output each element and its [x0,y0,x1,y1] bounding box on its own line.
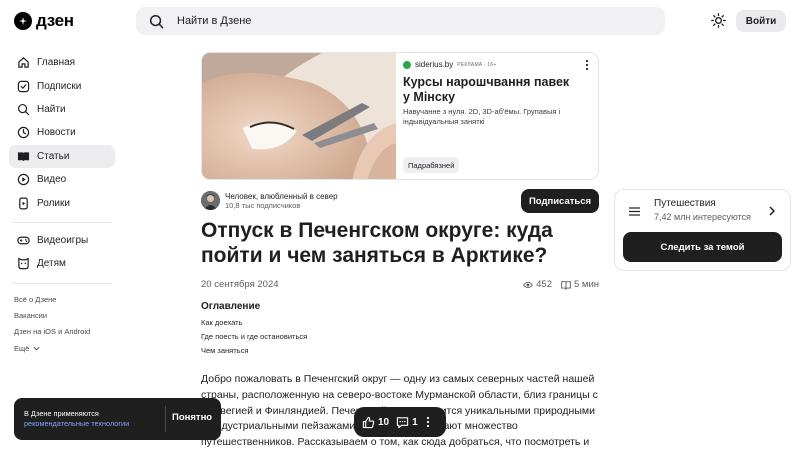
footer-link-more[interactable]: Ещё [14,340,90,356]
sidebar-item-shorts[interactable]: Ролики [9,191,115,214]
sidebar-item-subscriptions[interactable]: Подписки [9,74,115,97]
sidebar-divider [12,221,112,223]
toc-item[interactable]: Чем заняться [201,346,248,355]
articles-icon [17,152,30,161]
sidebar-item-videogames[interactable]: Видеоигры [9,229,115,252]
article-meta: 452 5 мин [523,279,599,290]
sidebar-item-search[interactable]: Найти [9,98,115,121]
sidebar-nav: Главная Подписки Найти Новости Статьи Ви… [9,51,115,290]
dzen-logo[interactable]: дзен [14,10,74,32]
reactions-bar: 10 1 [354,407,446,437]
author-subscribers: 10,8 тыс подписчиков [225,201,301,210]
comment-icon [396,416,409,428]
sidebar-item-label: Видеоигры [37,234,89,246]
ad-body: siderius.by РЕКЛАМА · 16+ Курсы нарошчва… [403,53,598,179]
author-avatar[interactable] [201,191,220,210]
toc-title: Оглавление [201,301,261,312]
kids-icon [18,258,29,270]
chevron-right-icon[interactable] [768,206,776,216]
search-input[interactable]: Найти в Дзене [136,7,665,35]
topic-followers: 7,42 млн интересуются [654,212,751,222]
more-vertical-icon[interactable] [584,59,590,71]
sidebar-item-label: Главная [37,57,76,69]
eye-icon [523,281,534,288]
home-icon [18,57,29,68]
ad-source: siderius.by РЕКЛАМА · 16+ [403,60,496,69]
footer-link-more-label: Ещё [14,343,30,353]
comments-count: 1 [412,416,418,428]
cookie-notice-text: В Дзене применяются рекомендательные тех… [24,409,129,429]
ad-description: Навучанне з нуля. 2D, 3D-аб'ёмы. Групавы… [403,107,561,126]
sidebar-item-home[interactable]: Главная [9,51,115,74]
ad-photo-illustration [202,53,396,179]
logo-text: дзен [36,11,74,30]
comments-button[interactable]: 1 [396,407,418,437]
sidebar-item-label: Ролики [37,197,70,209]
ad-title[interactable]: Курсы нарошчвання павек у Мінску [403,75,573,104]
follow-topic-button[interactable]: Следить за темой [623,232,782,262]
sun-icon [711,13,726,28]
footer-link-vacancies[interactable]: Вакансии [14,307,90,323]
sidebar-item-label: Статьи [37,150,70,162]
article-date: 20 сентября 2024 [201,279,279,290]
login-button[interactable]: Войти [736,10,786,32]
read-time: 5 мин [573,279,599,290]
sidebar-item-label: Подписки [37,80,82,92]
cookie-notice-link[interactable]: рекомендательные технологии [24,419,129,428]
search-icon [149,14,164,28]
like-button[interactable]: 10 [362,407,389,437]
cookie-notice-message: В Дзене применяются [24,409,99,418]
ad-source-name: siderius.by [415,60,454,69]
gamepad-icon [17,236,30,245]
article-title: Отпуск в Печенгском округе: куда пойти и… [201,219,553,267]
ad-cta-button[interactable]: Падрабязней [403,157,460,173]
footer-link-apps[interactable]: Дзен на iOS и Android [14,324,90,340]
likes-count: 10 [378,416,390,428]
book-icon [561,280,571,290]
sidebar-item-label: Видео [37,174,67,186]
ad-image [202,53,396,179]
toc-item[interactable]: Где поесть и где остановиться [201,332,307,341]
theme-toggle-button[interactable] [708,10,729,31]
sidebar-item-label: Новости [37,127,76,139]
sidebar-item-label: Детям [37,258,66,270]
thumbs-up-icon [362,416,375,428]
author-name[interactable]: Человек, влюбленный в север [225,192,338,201]
sidebar-item-kids[interactable]: Детям [9,252,115,275]
sidebar-footer-links: Всё о Дзене Вакансии Дзен на iOS и Andro… [14,291,90,356]
subscribe-button[interactable]: Подписаться [521,189,599,213]
topic-name[interactable]: Путешествия [654,198,716,209]
search-icon [17,103,30,116]
ad-source-favicon [403,60,411,69]
views-count: 452 [536,279,552,290]
toc-item[interactable]: Как доехать [201,318,242,327]
sidebar-item-articles[interactable]: Статьи [9,144,115,168]
footer-link-about[interactable]: Всё о Дзене [14,291,90,307]
subscriptions-icon [17,80,30,92]
cookie-accept-button[interactable]: Понятно [172,412,212,423]
ad-card[interactable]: siderius.by РЕКЛАМА · 16+ Курсы нарошчва… [201,52,599,180]
chevron-down-icon [33,346,40,351]
author-avatar-image [201,191,220,210]
sidebar-item-video[interactable]: Видео [9,168,115,191]
sidebar-item-news[interactable]: Новости [9,121,115,144]
sidebar-divider [12,282,112,284]
video-icon [17,173,30,186]
cookie-notice-divider [165,406,166,432]
shorts-icon [19,197,28,210]
sidebar-item-label: Найти [37,103,66,115]
news-icon [17,127,30,139]
topic-card: Путешествия 7,42 млн интересуются Следит… [614,189,791,271]
dzen-logo-icon [14,12,32,30]
more-vertical-icon[interactable] [426,416,430,428]
cookie-notice: В Дзене применяются рекомендательные тех… [14,398,221,440]
menu-icon [629,207,640,216]
search-placeholder: Найти в Дзене [177,15,252,27]
ad-label: РЕКЛАМА · 16+ [457,61,497,68]
